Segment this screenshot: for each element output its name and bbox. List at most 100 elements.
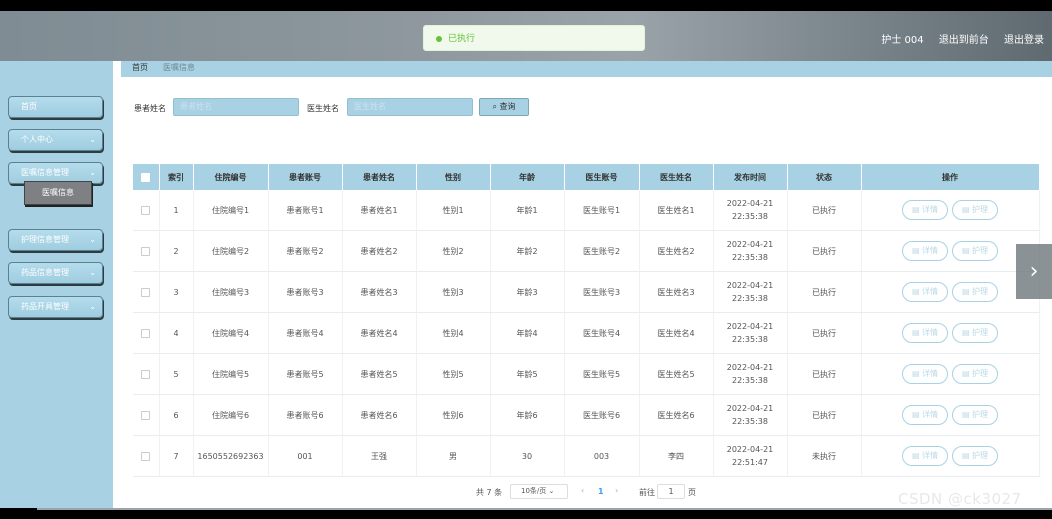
- table-header-row: 索引 住院编号 患者账号 患者姓名 性别 年龄 医生账号 医生姓名 发布时间 状…: [133, 164, 1040, 190]
- row-actions: ▤ 详情 ▤ 护理: [861, 312, 1040, 354]
- table-row: 3 住院编号3 患者账号3 患者姓名3 性别3 年龄3 医生账号3 医生姓名3 2022-04-…: [133, 271, 1040, 313]
- detail-button[interactable]: ▤ 详情: [902, 405, 948, 425]
- chevron-down-icon: ⌄: [89, 135, 96, 144]
- column-header: 年龄: [490, 164, 565, 190]
- nurse-button-label: 护理: [972, 328, 989, 337]
- row-checkbox[interactable]: [141, 328, 151, 338]
- row-index: 6: [159, 394, 194, 436]
- nurse-button[interactable]: ▤ 护理: [952, 405, 998, 425]
- row-index: 7: [159, 435, 194, 477]
- prev-page-button[interactable]: ‹: [581, 486, 584, 495]
- row-checkbox[interactable]: [141, 287, 151, 297]
- row-checkbox[interactable]: [141, 369, 151, 379]
- row-age: 年龄6: [490, 394, 565, 436]
- column-header: 医生姓名: [639, 164, 714, 190]
- orders-table: 索引 住院编号 患者账号 患者姓名 性别 年龄 医生账号 医生姓名 发布时间 状…: [133, 164, 1040, 477]
- nurse-button[interactable]: ▤ 护理: [952, 364, 998, 384]
- row-checkbox[interactable]: [141, 205, 151, 215]
- row-index: 5: [159, 353, 194, 395]
- column-header: 医生账号: [564, 164, 640, 190]
- row-status: 已执行: [787, 394, 862, 436]
- detail-button-label: 详情: [922, 328, 939, 337]
- row-index: 2: [159, 230, 194, 272]
- next-page-button[interactable]: ›: [615, 486, 618, 495]
- detail-button[interactable]: ▤ 详情: [902, 241, 948, 261]
- detail-icon: ▤: [911, 369, 920, 378]
- row-patient-name: 患者姓名2: [342, 230, 417, 272]
- detail-button[interactable]: ▤ 详情: [902, 446, 948, 466]
- row-age: 30: [490, 435, 565, 477]
- patient-name-input[interactable]: 患者姓名: [173, 98, 299, 116]
- row-actions: ▤ 详情 ▤ 护理: [861, 271, 1040, 313]
- detail-button[interactable]: ▤ 详情: [902, 323, 948, 343]
- row-age: 年龄3: [490, 271, 565, 313]
- nurse-button[interactable]: ▤ 护理: [952, 282, 998, 302]
- submenu-item-order-info[interactable]: 医嘱信息: [24, 181, 92, 205]
- row-gender: 性别3: [416, 271, 491, 313]
- sidebar-item-label: 个人中心: [21, 135, 53, 144]
- doctor-name-label: 医生姓名: [307, 104, 339, 113]
- nurse-button[interactable]: ▤ 护理: [952, 241, 998, 261]
- table-row: 7 1650552692363 001 王强男 30 003 李四 2022-04-21 22…: [133, 435, 1040, 477]
- sidebar-item-drugs[interactable]: 药品信息管理 ⌄: [8, 262, 103, 284]
- detail-icon: ▤: [911, 246, 920, 255]
- select-all-checkbox[interactable]: [141, 172, 151, 182]
- goto-label: 前往: [639, 488, 655, 497]
- row-admission-no: 住院编号2: [193, 230, 269, 272]
- row-status: 已执行: [787, 353, 862, 395]
- success-toast: 已执行: [423, 25, 645, 51]
- current-page[interactable]: 1: [598, 487, 604, 496]
- app-screen: 已执行 护士 004 退出到前台 退出登录 首页 个人中心 ⌄ 医嘱信息管理 ⌄ 医…: [0, 11, 1052, 508]
- row-select-cell: [133, 353, 160, 395]
- doctor-name-input[interactable]: 医生姓名: [347, 98, 473, 116]
- detail-icon: ▤: [911, 287, 920, 296]
- row-checkbox[interactable]: [141, 451, 151, 461]
- sidebar: 首页 个人中心 ⌄ 医嘱信息管理 ⌄ 医嘱信息 护理信息管理 ⌄ 药品信息管理 ⌄ 药品…: [0, 61, 113, 508]
- nurse-button-label: 护理: [972, 205, 989, 214]
- breadcrumb: 首页 医嘱信息: [121, 61, 1052, 77]
- nurse-icon: ▤: [961, 369, 970, 378]
- chevron-right-icon[interactable]: ›: [1016, 244, 1052, 299]
- row-doctor-name: 医生姓名6: [639, 394, 714, 436]
- bottom-strip: [0, 508, 1052, 519]
- row-checkbox[interactable]: [141, 246, 151, 256]
- row-checkbox[interactable]: [141, 410, 151, 420]
- sidebar-item-nursing[interactable]: 护理信息管理 ⌄: [8, 229, 103, 251]
- row-doctor-account: 003: [564, 435, 640, 477]
- row-select-cell: [133, 435, 160, 477]
- back-to-front-link[interactable]: 退出到前台: [939, 35, 989, 46]
- row-actions: ▤ 详情 ▤ 护理: [861, 435, 1040, 477]
- user-nav: 护士 004 退出到前台 退出登录: [869, 31, 1044, 46]
- row-patient-name: 患者姓名3: [342, 271, 417, 313]
- nurse-button[interactable]: ▤ 护理: [952, 446, 998, 466]
- detail-button[interactable]: ▤ 详情: [902, 200, 948, 220]
- row-age: 年龄2: [490, 230, 565, 272]
- page-size-value: 10条/页: [521, 487, 547, 495]
- sidebar-item-home[interactable]: 首页: [8, 96, 103, 118]
- detail-button-label: 详情: [922, 287, 939, 296]
- row-select-cell: [133, 394, 160, 436]
- detail-button[interactable]: ▤ 详情: [902, 282, 948, 302]
- row-index: 3: [159, 271, 194, 313]
- row-gender: 性别2: [416, 230, 491, 272]
- goto-page-input[interactable]: 1: [657, 484, 685, 499]
- search-button[interactable]: ⌕ 查询: [479, 98, 529, 116]
- page-size-select[interactable]: 10条/页 ⌄: [510, 484, 568, 499]
- sidebar-item-label: 药品信息管理: [21, 268, 69, 277]
- row-status: 已执行: [787, 271, 862, 313]
- row-status: 已执行: [787, 312, 862, 354]
- sidebar-item-label: 医嘱信息管理: [21, 168, 69, 177]
- row-patient-name: 患者姓名5: [342, 353, 417, 395]
- breadcrumb-home[interactable]: 首页: [132, 61, 148, 75]
- sidebar-item-profile[interactable]: 个人中心 ⌄: [8, 129, 103, 151]
- detail-button[interactable]: ▤ 详情: [902, 364, 948, 384]
- nurse-button[interactable]: ▤ 护理: [952, 200, 998, 220]
- sidebar-item-prescriptions[interactable]: 药品开具管理 ⌄: [8, 296, 103, 318]
- nurse-button[interactable]: ▤ 护理: [952, 323, 998, 343]
- search-button-label: 查询: [499, 102, 516, 111]
- logout-link[interactable]: 退出登录: [1004, 35, 1044, 46]
- column-header: 索引: [159, 164, 194, 190]
- row-patient-name: 患者姓名1: [342, 190, 417, 231]
- row-gender: 性别5: [416, 353, 491, 395]
- patient-name-label: 患者姓名: [134, 104, 166, 113]
